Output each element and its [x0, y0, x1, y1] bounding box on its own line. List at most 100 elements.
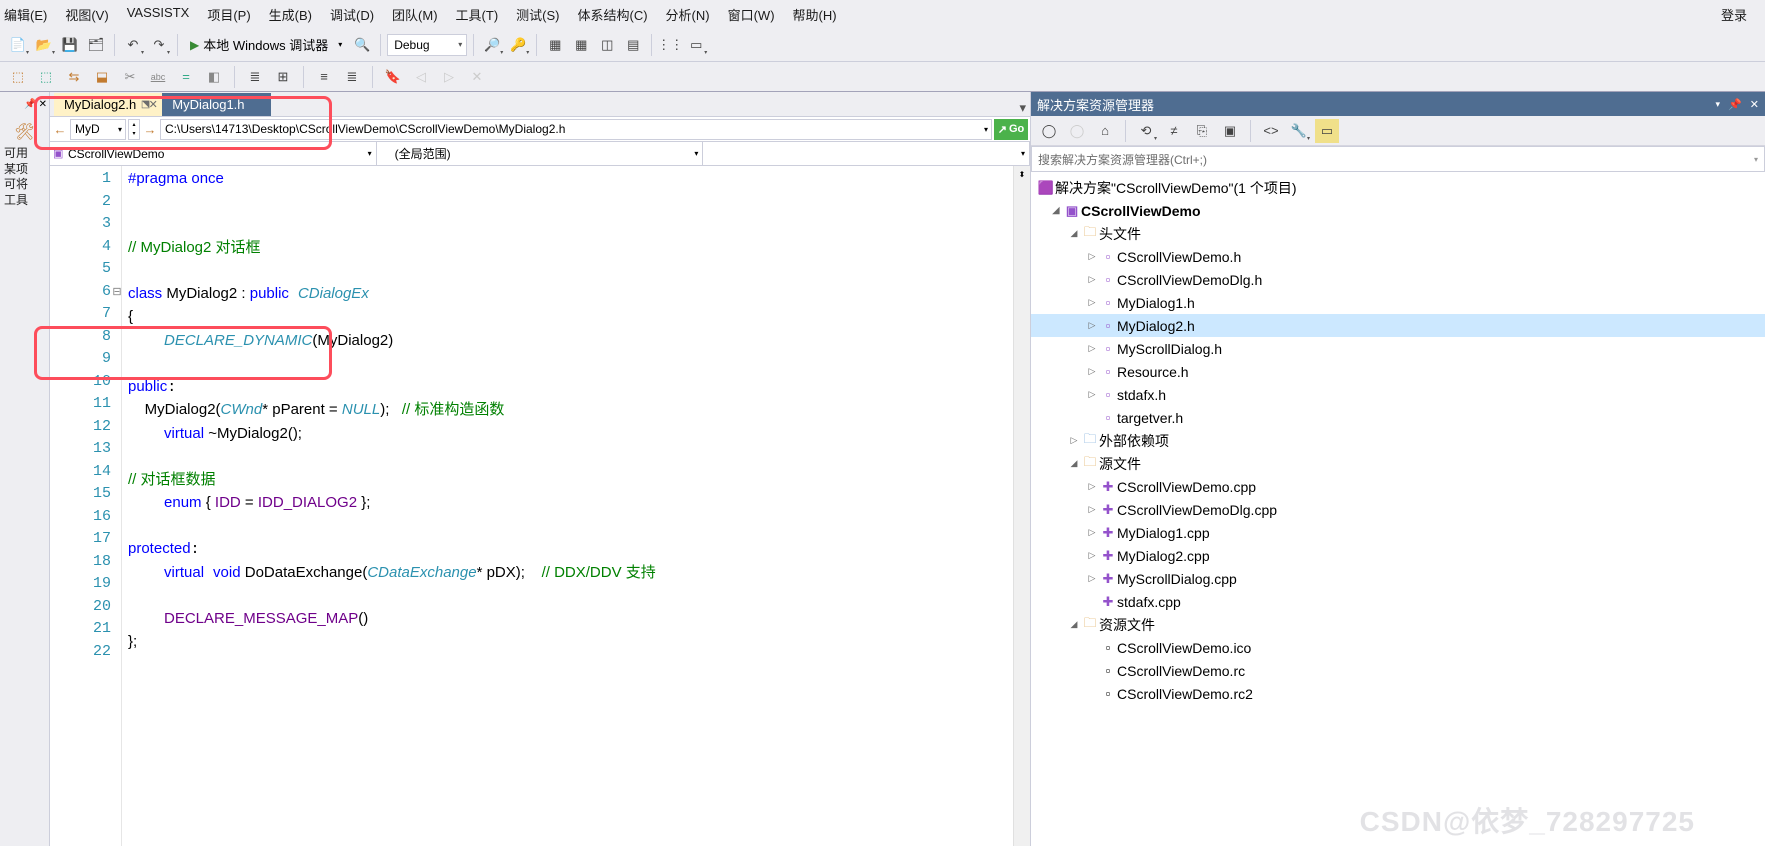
- tab-mydialog2[interactable]: MyDialog2.h ⬔ ✕: [54, 93, 162, 116]
- dots-icon[interactable]: ⋮⋮: [658, 33, 682, 57]
- open-icon[interactable]: 📂: [32, 33, 56, 57]
- config-combo[interactable]: Debug: [387, 34, 467, 56]
- tb2-2-icon[interactable]: ⬚: [34, 65, 58, 89]
- tb2-7-icon[interactable]: =: [174, 65, 198, 89]
- tree-source-file[interactable]: ▷✚CScrollViewDemo.cpp: [1031, 475, 1765, 498]
- tb2-3-icon[interactable]: ⇆: [62, 65, 86, 89]
- panel-pin-icon[interactable]: 📌: [1728, 98, 1742, 111]
- menu-analyze[interactable]: 分析(N): [666, 5, 710, 24]
- path-spinner[interactable]: ▴▾: [128, 119, 140, 140]
- pin-icon[interactable]: 📌: [24, 99, 36, 110]
- tb2-16-icon[interactable]: ✕: [465, 65, 489, 89]
- se-code-icon[interactable]: <>: [1259, 119, 1283, 143]
- magnify-icon[interactable]: 🔍: [350, 33, 374, 57]
- new-file-icon[interactable]: 📄: [6, 33, 30, 57]
- tb2-4-icon[interactable]: ⬓: [90, 65, 114, 89]
- se-sync-icon[interactable]: ⟲: [1134, 119, 1158, 143]
- path-combo[interactable]: C:\Users\14713\Desktop\CScrollViewDemo\C…: [160, 119, 992, 140]
- nav-back-icon[interactable]: ←: [52, 117, 68, 141]
- key-icon[interactable]: 🔑: [506, 33, 530, 57]
- scope-project[interactable]: ▣CScrollViewDemo: [50, 142, 377, 165]
- go-button[interactable]: ↗Go: [994, 119, 1028, 140]
- code-editor[interactable]: #pragma once // MyDialog2 对话框 class MyDi…: [122, 166, 1013, 846]
- grid3-icon[interactable]: ◫: [595, 33, 619, 57]
- tb2-6-icon[interactable]: abc: [146, 65, 170, 89]
- tree-source-file[interactable]: ✚stdafx.cpp: [1031, 590, 1765, 613]
- find-icon[interactable]: 🔎: [480, 33, 504, 57]
- tree-header-file[interactable]: ▷▫MyScrollDialog.h: [1031, 337, 1765, 360]
- close-dock-icon[interactable]: ✕: [39, 99, 47, 110]
- se-collapse-icon[interactable]: ▣: [1218, 119, 1242, 143]
- menu-debug[interactable]: 调试(D): [330, 5, 374, 24]
- tab-mydialog1[interactable]: MyDialog1.h: [162, 93, 270, 116]
- menu-architecture[interactable]: 体系结构(C): [578, 5, 648, 24]
- tree-header-file[interactable]: ▷▫Resource.h: [1031, 360, 1765, 383]
- menu-project[interactable]: 项目(P): [207, 5, 250, 24]
- form-icon[interactable]: ▭: [684, 33, 708, 57]
- undo-icon[interactable]: ↶: [121, 33, 145, 57]
- path-scope-combo[interactable]: MyD: [70, 119, 126, 140]
- tree-source-file[interactable]: ▷✚MyScrollDialog.cpp: [1031, 567, 1765, 590]
- close-icon[interactable]: ✕: [146, 98, 160, 111]
- se-wrench-icon[interactable]: 🔧: [1287, 119, 1311, 143]
- tree-source-file[interactable]: ▷✚CScrollViewDemoDlg.cpp: [1031, 498, 1765, 521]
- solution-search[interactable]: 搜索解决方案资源管理器(Ctrl+;): [1031, 146, 1765, 172]
- grid4-icon[interactable]: ▤: [621, 33, 645, 57]
- tree-res-file[interactable]: ▫CScrollViewDemo.ico: [1031, 636, 1765, 659]
- tree-res-file[interactable]: ▫CScrollViewDemo.rc2: [1031, 682, 1765, 705]
- tb2-9-icon[interactable]: ≣: [243, 65, 267, 89]
- tree-project[interactable]: ◢▣CScrollViewDemo: [1031, 199, 1765, 222]
- grid1-icon[interactable]: ▦: [543, 33, 567, 57]
- se-copy-icon[interactable]: ⎘: [1190, 119, 1214, 143]
- tree-sources-folder[interactable]: ◢🗀源文件: [1031, 452, 1765, 475]
- menu-vassist[interactable]: VASSISTX: [127, 5, 190, 24]
- menu-view[interactable]: 视图(V): [65, 5, 108, 24]
- tree-res-folder[interactable]: ◢🗀资源文件: [1031, 613, 1765, 636]
- tb2-15-icon[interactable]: ▷: [437, 65, 461, 89]
- se-home-icon[interactable]: ⌂: [1093, 119, 1117, 143]
- vertical-scrollbar[interactable]: ⬍: [1013, 166, 1030, 846]
- menu-team[interactable]: 团队(M): [392, 5, 438, 24]
- tree-header-file[interactable]: ▷▫CScrollViewDemoDlg.h: [1031, 268, 1765, 291]
- tree-source-file[interactable]: ▷✚MyDialog1.cpp: [1031, 521, 1765, 544]
- tree-header-file[interactable]: ▷▫CScrollViewDemo.h: [1031, 245, 1765, 268]
- save-icon[interactable]: 💾: [58, 33, 82, 57]
- menu-window[interactable]: 窗口(W): [728, 5, 775, 24]
- scope-global[interactable]: (全局范围): [377, 142, 704, 165]
- tree-source-file[interactable]: ▷✚MyDialog2.cpp: [1031, 544, 1765, 567]
- tree-external-folder[interactable]: ▷🗀外部依赖项: [1031, 429, 1765, 452]
- tree-header-file[interactable]: ▷▫stdafx.h: [1031, 383, 1765, 406]
- menu-edit[interactable]: 编辑(E): [4, 5, 47, 24]
- se-back-icon[interactable]: ◯: [1037, 119, 1061, 143]
- tree-res-file[interactable]: ▫CScrollViewDemo.rc: [1031, 659, 1765, 682]
- se-fwd-icon[interactable]: ◯: [1065, 119, 1089, 143]
- menu-tools[interactable]: 工具(T): [456, 5, 499, 24]
- debug-start-button[interactable]: ▶本地 Windows 调试器▾: [184, 33, 348, 57]
- bookmark-icon[interactable]: 🔖: [381, 65, 405, 89]
- menu-build[interactable]: 生成(B): [269, 5, 312, 24]
- redo-icon[interactable]: ↷: [147, 33, 171, 57]
- menu-help[interactable]: 帮助(H): [793, 5, 837, 24]
- tb2-10-icon[interactable]: ⊞: [271, 65, 295, 89]
- save-all-icon[interactable]: 🗂: [84, 33, 108, 57]
- panel-close-icon[interactable]: ✕: [1750, 98, 1759, 111]
- tree-header-file[interactable]: ▫targetver.h: [1031, 406, 1765, 429]
- tab-overflow-icon[interactable]: ▾: [1019, 100, 1030, 116]
- nav-fwd-icon[interactable]: →: [142, 117, 158, 141]
- se-ruler-icon[interactable]: ▭: [1315, 119, 1339, 143]
- tree-headers-folder[interactable]: ◢🗀头文件: [1031, 222, 1765, 245]
- tb2-5-icon[interactable]: ✂: [118, 65, 142, 89]
- panel-dropdown-icon[interactable]: ▾: [1716, 99, 1721, 110]
- tb2-14-icon[interactable]: ◁: [409, 65, 433, 89]
- tb2-12-icon[interactable]: ≣: [340, 65, 364, 89]
- menu-test[interactable]: 测试(S): [516, 5, 559, 24]
- tree-header-file[interactable]: ▷▫MyDialog1.h: [1031, 291, 1765, 314]
- tb2-11-icon[interactable]: ≡: [312, 65, 336, 89]
- scope-member[interactable]: [703, 142, 1030, 165]
- login-button[interactable]: 登录: [1721, 5, 1747, 24]
- tb2-8-icon[interactable]: ◧: [202, 65, 226, 89]
- tb2-1-icon[interactable]: ⬚: [6, 65, 30, 89]
- se-refresh-icon[interactable]: ≠: [1162, 119, 1186, 143]
- grid2-icon[interactable]: ▦: [569, 33, 593, 57]
- tree-header-file[interactable]: ▷▫MyDialog2.h: [1031, 314, 1765, 337]
